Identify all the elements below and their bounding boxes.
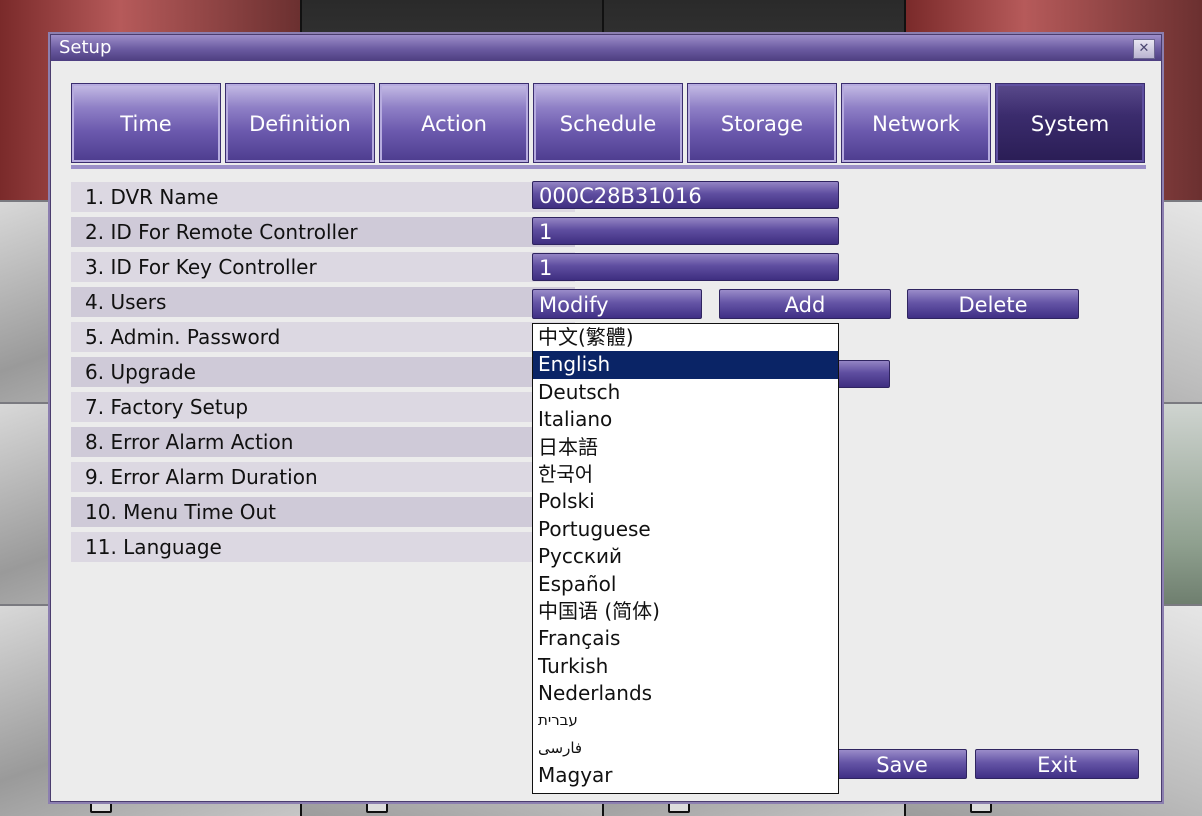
setting-factory-setup: 7. Factory Setup: [71, 392, 575, 422]
language-option[interactable]: Magyar: [533, 762, 838, 789]
add-user-button[interactable]: Add: [719, 289, 891, 319]
setting-admin-password: 5. Admin. Password: [71, 322, 575, 352]
save-button[interactable]: Save: [837, 749, 967, 779]
tab-definition[interactable]: Definition: [225, 83, 375, 163]
tab-action[interactable]: Action: [379, 83, 529, 163]
language-option[interactable]: 한국어: [533, 461, 838, 488]
exit-button[interactable]: Exit: [975, 749, 1139, 779]
setting-upgrade: 6. Upgrade: [71, 357, 575, 387]
language-option[interactable]: فارسی: [533, 735, 838, 762]
language-option[interactable]: Turkish: [533, 653, 838, 680]
setting-menu-time-out: 10. Menu Time Out: [71, 497, 575, 527]
setting-language: 11. Language: [71, 532, 575, 562]
upgrade-button[interactable]: [836, 360, 890, 388]
language-option[interactable]: Portuguese: [533, 516, 838, 543]
language-option[interactable]: 中国语 (简体): [533, 598, 838, 625]
language-option[interactable]: Deutsch: [533, 379, 838, 406]
language-option[interactable]: עברית: [533, 707, 838, 734]
language-option[interactable]: 中文(繁體): [533, 324, 838, 351]
modify-user-button[interactable]: Modify: [532, 289, 702, 319]
tab-schedule[interactable]: Schedule: [533, 83, 683, 163]
setting-remote-id: 2. ID For Remote Controller: [71, 217, 575, 247]
setting-dvr-name: 1. DVR Name: [71, 182, 575, 212]
key-id-field[interactable]: 1: [532, 253, 839, 281]
tab-underline: [71, 165, 1146, 169]
titlebar: Setup ✕: [51, 35, 1161, 61]
language-option[interactable]: English: [533, 351, 838, 379]
window-title: Setup: [59, 37, 112, 58]
language-option[interactable]: Español: [533, 571, 838, 598]
remote-id-field[interactable]: 1: [532, 217, 839, 245]
setting-key-id: 3. ID For Key Controller: [71, 252, 575, 282]
tab-storage[interactable]: Storage: [687, 83, 837, 163]
language-option[interactable]: Nederlands: [533, 680, 838, 707]
setting-users: 4. Users: [71, 287, 575, 317]
language-option[interactable]: Русский: [533, 543, 838, 570]
delete-user-button[interactable]: Delete: [907, 289, 1079, 319]
dvr-name-field[interactable]: 000C28B31016: [532, 181, 839, 209]
close-icon[interactable]: ✕: [1133, 39, 1155, 59]
tab-time[interactable]: Time: [71, 83, 221, 163]
setting-error-alarm-action: 8. Error Alarm Action: [71, 427, 575, 457]
tab-network[interactable]: Network: [841, 83, 991, 163]
setting-error-alarm-duration: 9. Error Alarm Duration: [71, 462, 575, 492]
language-dropdown-list[interactable]: 中文(繁體) English Deutsch Italiano 日本語 한국어 Polski…: [532, 323, 839, 794]
language-option[interactable]: Français: [533, 625, 838, 652]
setup-dialog: Setup ✕ Time Definition Action Schedule …: [50, 34, 1162, 802]
language-option[interactable]: 日本語: [533, 434, 838, 461]
language-option[interactable]: Italiano: [533, 406, 838, 433]
language-option[interactable]: Polski: [533, 488, 838, 515]
tab-system[interactable]: System: [995, 83, 1145, 163]
